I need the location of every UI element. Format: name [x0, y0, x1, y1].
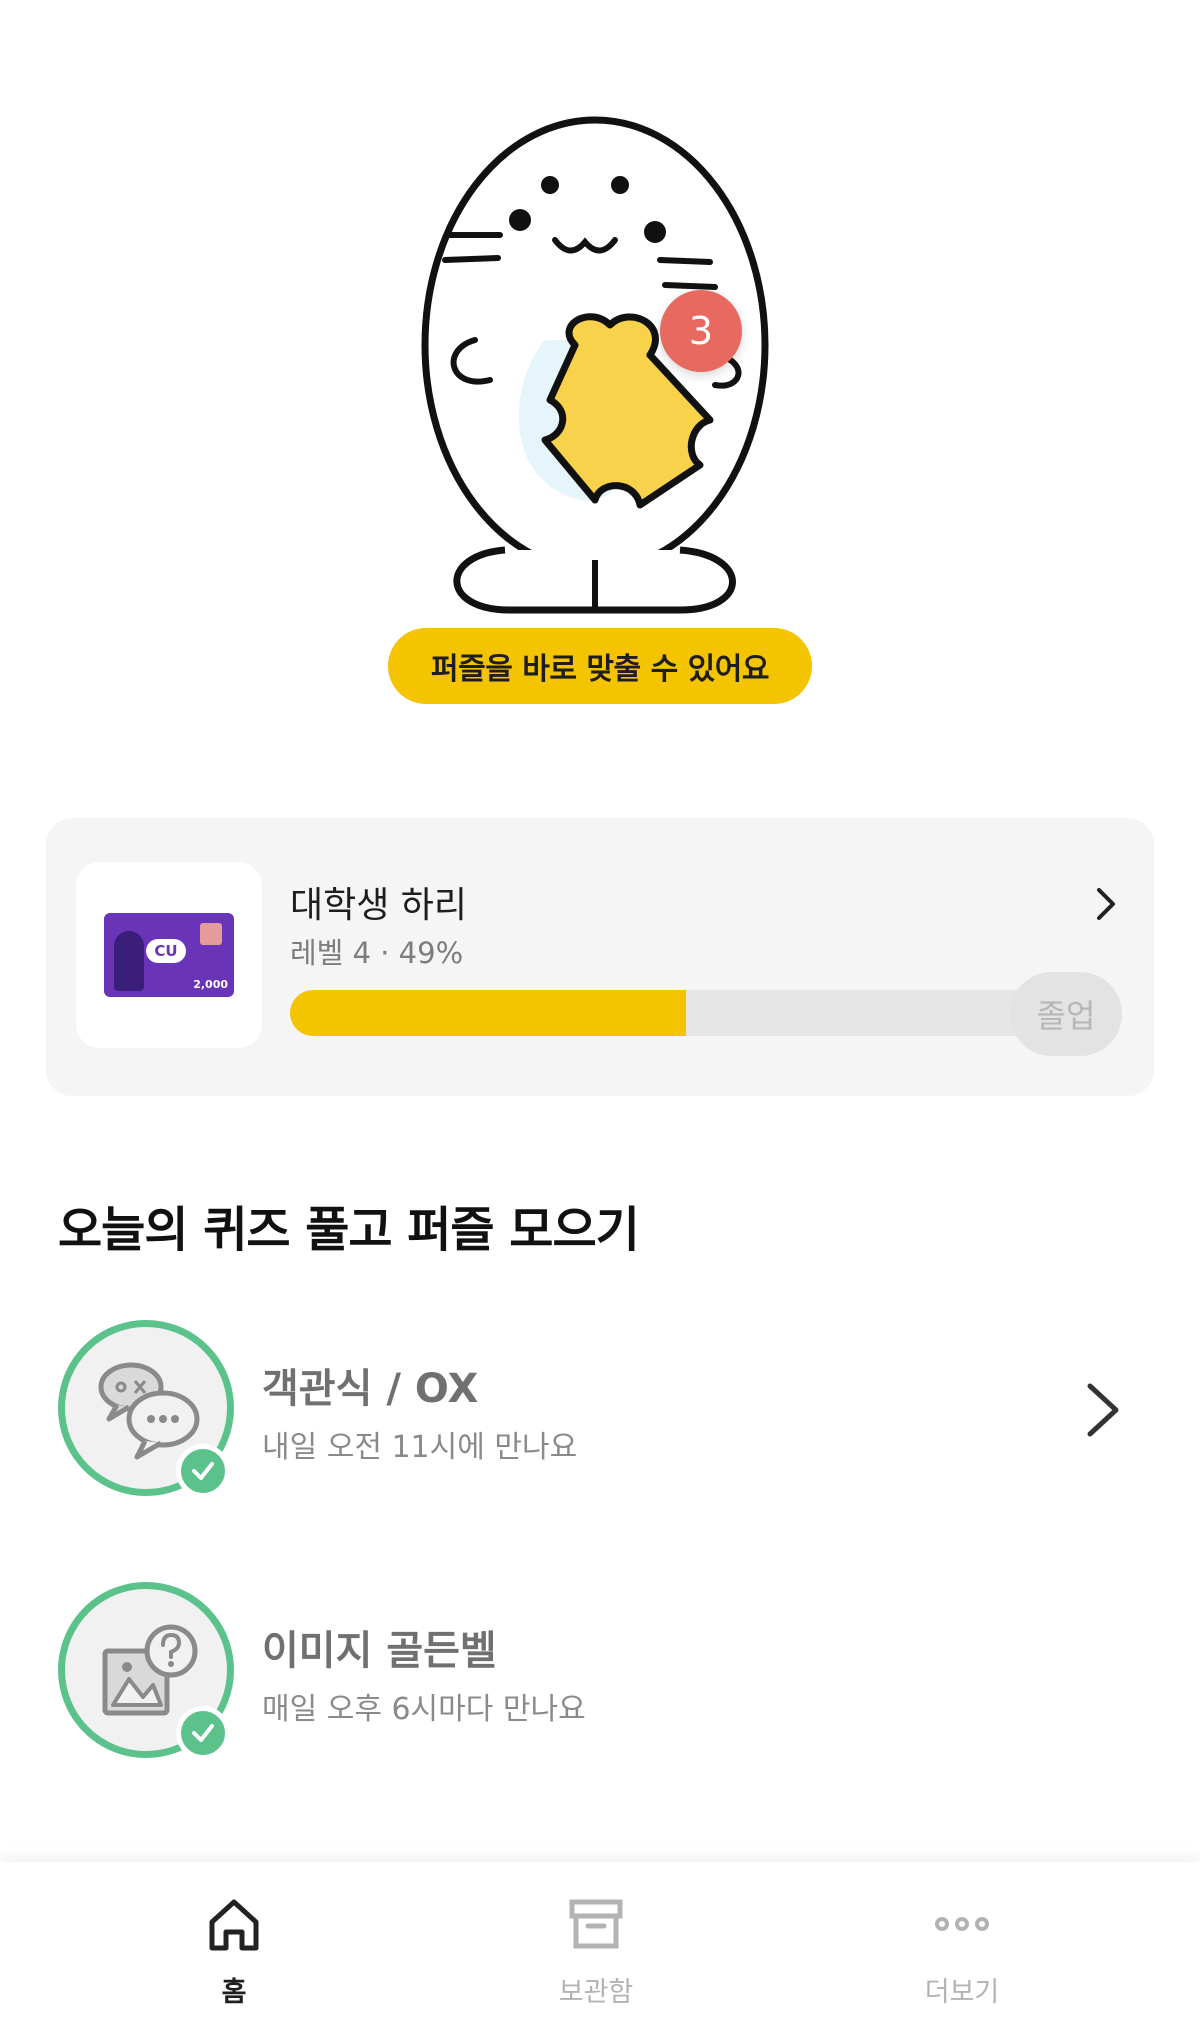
quiz-title: 객관식 / OX	[262, 1366, 479, 1412]
chevron-right-icon[interactable]	[1082, 1380, 1126, 1440]
coupon-amount: 2,000	[193, 978, 228, 991]
coupon-character	[114, 931, 144, 991]
quiz-schedule: 매일 오후 6시마다 만나요	[262, 1692, 586, 1727]
quiz-title: 이미지 골든벨	[262, 1628, 497, 1674]
puzzle-count-badge: 3	[660, 290, 742, 372]
tab-archive[interactable]: 보관함	[476, 1862, 716, 2041]
coupon-brand: CU	[146, 939, 186, 963]
level-card[interactable]: CU 2,000 대학생 하리 레벨 4 · 49% 졸업	[46, 818, 1154, 1096]
quiz-item-image-goldenbell[interactable]: 이미지 골든벨 매일 오후 6시마다 만나요	[0, 1582, 1200, 1782]
reward-thumbnail: CU 2,000	[76, 862, 262, 1048]
tab-more[interactable]: 더보기	[842, 1862, 1082, 2041]
section-title: 오늘의 퀴즈 풀고 퍼즐 모으기	[58, 1202, 640, 1258]
tab-label: 보관함	[558, 1977, 634, 2008]
completed-check-icon	[176, 1706, 230, 1760]
level-title: 대학생 하리	[290, 885, 468, 926]
tab-label: 더보기	[924, 1977, 1000, 2008]
home-icon	[209, 1899, 259, 1951]
more-dots-icon	[935, 1917, 989, 1931]
chevron-right-icon[interactable]	[1086, 884, 1126, 924]
gift-box-icon	[200, 923, 222, 945]
graduate-badge: 졸업	[1010, 972, 1122, 1056]
tab-label: 홈	[221, 1977, 247, 2008]
completed-check-icon	[176, 1444, 230, 1498]
level-progress-fill	[290, 990, 686, 1036]
cu-coupon-image: CU 2,000	[104, 913, 234, 997]
quiz-item-multiple-choice[interactable]: 객관식 / OX 내일 오전 11시에 만나요	[0, 1320, 1200, 1520]
solve-puzzle-button[interactable]: 퍼즐을 바로 맞출 수 있어요	[388, 628, 812, 704]
tab-home[interactable]: 홈	[114, 1862, 354, 2041]
hero-section: 3 퍼즐을 바로 맞출 수 있어요	[0, 0, 1200, 760]
archive-box-icon	[569, 1899, 623, 1949]
level-subtitle: 레벨 4 · 49%	[290, 936, 464, 970]
seal-mascot-illustration[interactable]	[380, 80, 820, 640]
bottom-tab-bar: 홈 보관함 더보기	[0, 1862, 1200, 2041]
level-progress-bar	[290, 990, 1098, 1036]
quiz-schedule: 내일 오전 11시에 만나요	[262, 1430, 578, 1465]
